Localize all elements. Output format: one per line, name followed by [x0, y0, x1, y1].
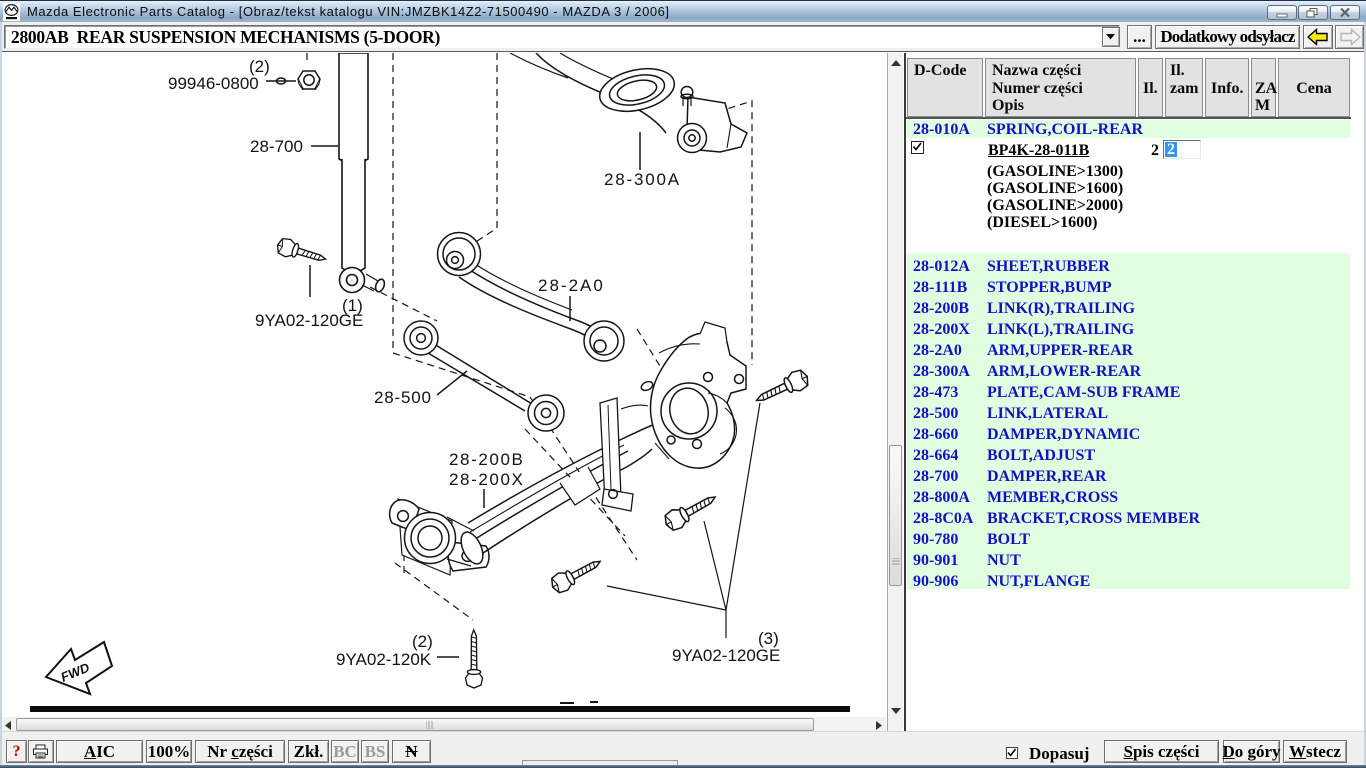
svg-text:28-700: 28-700: [250, 137, 303, 156]
svg-text:9YA02-120K: 9YA02-120K: [336, 650, 432, 669]
svg-text:28-300A: 28-300A: [604, 170, 681, 189]
svg-text:28-2A0: 28-2A0: [538, 276, 605, 295]
svg-text:28-200X: 28-200X: [449, 470, 524, 489]
svg-text:(2): (2): [412, 632, 433, 651]
svg-text:9YA02-120GE: 9YA02-120GE: [672, 646, 780, 665]
svg-text:9YA02-120GE: 9YA02-120GE: [255, 311, 363, 330]
svg-text:28-500: 28-500: [374, 388, 432, 407]
svg-text:28-200B: 28-200B: [449, 450, 524, 469]
svg-text:99946-0800: 99946-0800: [168, 74, 259, 93]
